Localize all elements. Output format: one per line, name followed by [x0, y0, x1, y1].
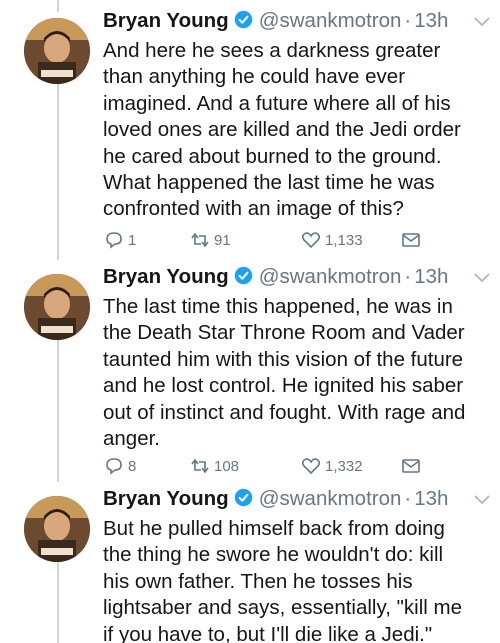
tweet-text: And here he sees a darkness greater than…: [103, 39, 461, 221]
retweet-icon: [191, 458, 209, 474]
separator-dot: ·: [404, 9, 412, 32]
avatar[interactable]: [24, 18, 90, 84]
avatar[interactable]: [24, 274, 90, 340]
verified-badge-icon: [234, 488, 252, 507]
chevron-down-icon[interactable]: [473, 272, 491, 284]
tweet-1[interactable]: Bryan Young @swankmotron · 13h And here …: [0, 4, 500, 256]
author-handle[interactable]: @swankmotron: [259, 9, 402, 33]
avatar[interactable]: [24, 496, 90, 562]
author-name[interactable]: Bryan Young: [103, 487, 229, 511]
tweet-actions: 8 108 1,332: [103, 454, 423, 478]
reply-count: 8: [128, 457, 137, 475]
timestamp[interactable]: 13h: [414, 265, 448, 289]
timestamp[interactable]: 13h: [414, 487, 448, 511]
like-icon: [301, 232, 321, 249]
tweet-text: The last time this happened, he was in t…: [103, 295, 466, 451]
tweet-actions: 1 91 1,133: [103, 228, 423, 252]
message-button[interactable]: [400, 456, 425, 476]
tweet-text: But he pulled himself back from doing th…: [103, 517, 462, 643]
separator-dot: ·: [404, 265, 412, 288]
tweet-2[interactable]: Bryan Young @swankmotron · 13h The last …: [0, 260, 500, 482]
like-button[interactable]: 1,133: [300, 230, 363, 250]
reply-button[interactable]: 1: [103, 230, 136, 250]
verified-badge-icon: [234, 266, 252, 285]
chevron-down-icon[interactable]: [473, 16, 491, 28]
reply-button[interactable]: 8: [103, 456, 136, 476]
message-button[interactable]: [400, 230, 425, 250]
timestamp[interactable]: 13h: [414, 9, 448, 33]
reply-icon: [106, 232, 122, 249]
tweet-3[interactable]: Bryan Young @swankmotron · 13h But he pu…: [0, 482, 500, 643]
like-icon: [301, 458, 321, 475]
like-count: 1,133: [325, 231, 363, 249]
reply-icon: [106, 458, 122, 475]
retweet-count: 108: [214, 457, 240, 475]
retweet-count: 91: [214, 231, 231, 249]
author-handle[interactable]: @swankmotron: [259, 265, 402, 289]
retweet-button[interactable]: 91: [189, 230, 231, 250]
separator-dot: ·: [404, 487, 412, 510]
message-icon: [402, 233, 420, 247]
author-name[interactable]: Bryan Young: [103, 265, 229, 289]
like-button[interactable]: 1,332: [300, 456, 363, 476]
retweet-icon: [191, 232, 209, 248]
verified-badge-icon: [234, 10, 252, 29]
like-count: 1,332: [325, 457, 363, 475]
retweet-button[interactable]: 108: [189, 456, 239, 476]
message-icon: [402, 459, 420, 473]
reply-count: 1: [128, 231, 137, 249]
author-name[interactable]: Bryan Young: [103, 9, 229, 33]
chevron-down-icon[interactable]: [473, 494, 491, 506]
author-handle[interactable]: @swankmotron: [259, 487, 402, 511]
